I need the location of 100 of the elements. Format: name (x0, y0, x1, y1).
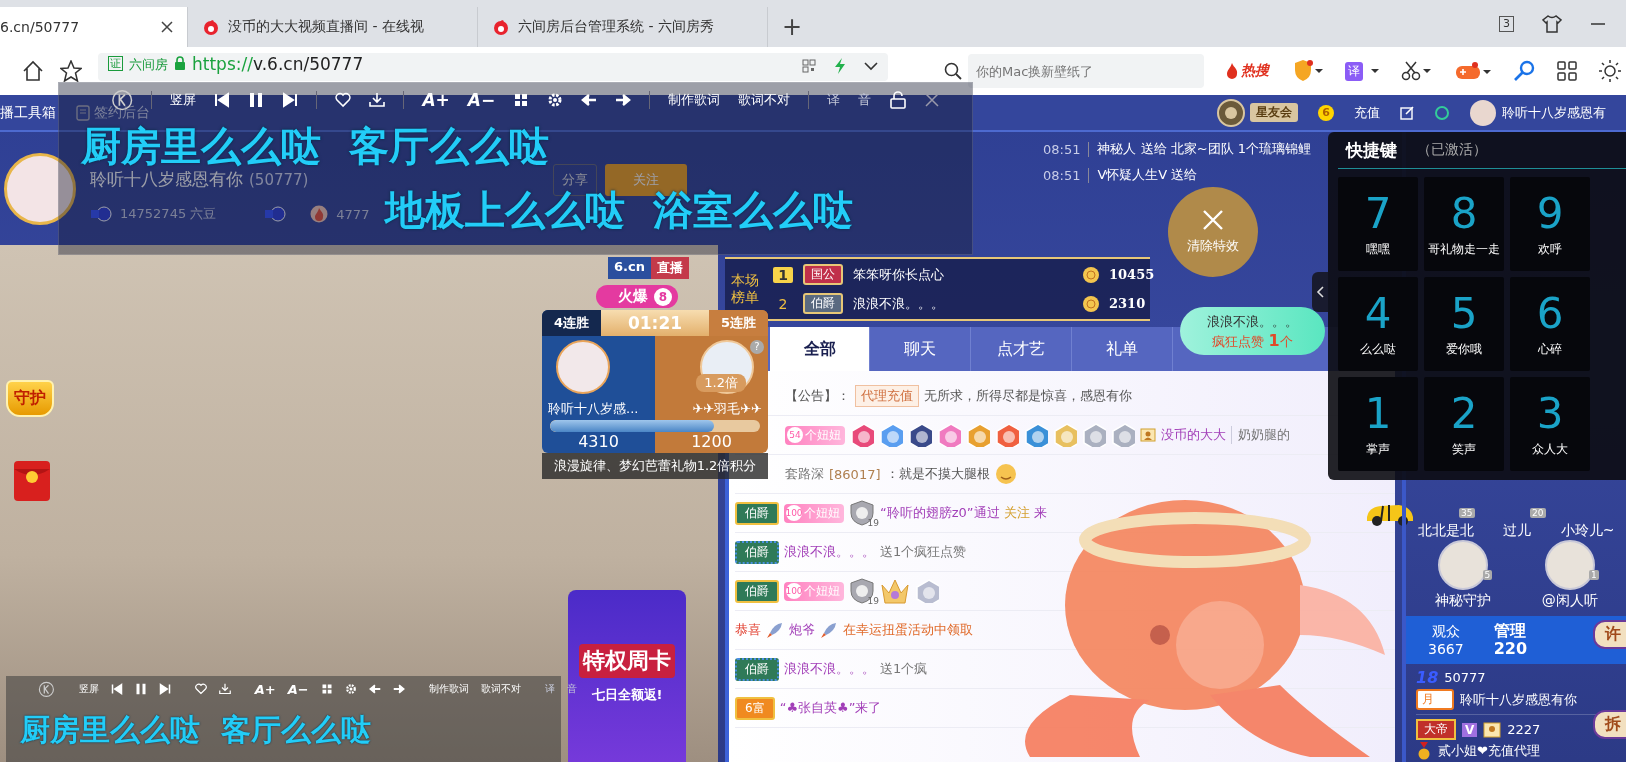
shortcut-key[interactable]: 1 掌声 (1338, 377, 1418, 471)
sound-button[interactable]: 音 (858, 91, 872, 109)
browser-tab[interactable]: 6.cn/50777 (0, 7, 188, 47)
club-badge[interactable]: 星友会 (1250, 103, 1298, 122)
font-larger-button[interactable]: A+ (422, 90, 450, 110)
lightning-icon[interactable] (834, 58, 846, 74)
stats-tab[interactable]: 管理 220 (1493, 622, 1528, 658)
chevron-down-icon[interactable] (864, 61, 878, 71)
user-name[interactable]: 浪浪不浪。。。 (784, 660, 875, 678)
arrow-right-icon[interactable] (392, 683, 405, 695)
rotate-button[interactable]: 竖屏 (78, 682, 99, 696)
shortcut-key[interactable]: 4 么么哒 (1338, 277, 1418, 371)
font-larger-button[interactable]: A+ (254, 681, 276, 697)
settings-icon[interactable] (344, 683, 357, 695)
live-badge: 直播 (650, 257, 689, 279)
collapse-tab[interactable] (1312, 272, 1328, 312)
user-name[interactable]: 贰小姐❤充值代理 (1438, 742, 1540, 760)
stats-tab[interactable]: 观众 3667 (1428, 622, 1464, 658)
shortcut-key[interactable]: 9 欢呼 (1510, 177, 1590, 271)
user-name[interactable]: 没币的大大 (1161, 426, 1226, 444)
shield-icon[interactable] (1293, 60, 1323, 82)
heart-icon[interactable] (194, 683, 207, 695)
translate-button[interactable]: 译 (1345, 61, 1363, 81)
pause-icon[interactable] (248, 92, 265, 108)
guard-name[interactable]: 小玲儿~ (1560, 522, 1615, 540)
heart-icon[interactable] (335, 92, 352, 108)
level-icon (264, 206, 287, 222)
shirt-icon[interactable] (1542, 14, 1562, 33)
rank-badge: 大帝 (1416, 719, 1456, 740)
chat-tab[interactable]: 全部 (770, 327, 870, 371)
wrong-lyrics-button[interactable]: 歌词不对 (480, 682, 521, 696)
font-smaller-button[interactable]: A− (287, 681, 309, 697)
user-name[interactable]: 套路深 (785, 465, 824, 483)
grid-icon[interactable] (513, 92, 530, 108)
font-smaller-button[interactable]: A− (467, 90, 496, 110)
arrow-right-icon[interactable] (615, 92, 632, 108)
guard-level: 1 (1589, 570, 1599, 580)
user-name[interactable]: 聆听十八岁感恩有 (1502, 103, 1606, 122)
search-field[interactable]: 你的Mac换新壁纸了 (968, 54, 1204, 88)
tab-count[interactable]: 3 (1499, 15, 1514, 32)
arrow-left-icon[interactable] (581, 92, 598, 108)
avatar[interactable] (556, 340, 610, 394)
translate-button[interactable]: 译 (827, 91, 841, 109)
close-icon[interactable] (925, 93, 940, 107)
arrow-left-icon[interactable] (368, 683, 381, 695)
user-name[interactable]: 浪浪不浪。。。 (784, 543, 875, 561)
guard-name[interactable]: 北北是北 (1417, 522, 1474, 540)
rotate-button[interactable]: 竖屏 (170, 91, 197, 109)
side-button[interactable]: 拆 (1593, 710, 1626, 739)
medal-icon (1053, 423, 1077, 447)
next-icon[interactable] (158, 683, 171, 695)
new-tab-button[interactable]: + (768, 13, 817, 47)
shortcut-key[interactable]: 5 爱你哦 (1424, 277, 1504, 371)
side-button[interactable]: 许 (1593, 620, 1626, 649)
download-icon[interactable] (369, 92, 386, 108)
k-logo-icon[interactable] (38, 680, 55, 698)
shortcut-key[interactable]: 3 众人大 (1510, 377, 1590, 471)
hot-search-link[interactable]: 热搜 (1241, 62, 1269, 80)
guard-name[interactable]: @闲人听 (1541, 592, 1598, 610)
key-icon[interactable] (1513, 60, 1535, 82)
room-number: (50777) (249, 171, 309, 189)
previous-icon[interactable] (110, 683, 123, 695)
download-icon[interactable] (218, 683, 231, 695)
settings-icon[interactable] (547, 92, 564, 108)
wrong-lyrics-button[interactable]: 歌词不对 (738, 91, 791, 109)
user-name[interactable]: 奶奶腿的 (1231, 426, 1290, 444)
guard-avatar[interactable] (1438, 540, 1489, 590)
shortcut-key[interactable]: 8 哥礼物走一走 (1424, 177, 1504, 271)
translate-button[interactable]: 译 (544, 682, 555, 696)
grid-icon[interactable] (1557, 61, 1577, 81)
make-lyrics-button[interactable]: 制作歌词 (668, 91, 721, 109)
pause-icon[interactable] (134, 683, 147, 695)
make-lyrics-button[interactable]: 制作歌词 (428, 682, 469, 696)
address-bar[interactable]: 证 六间房 https://v.6.cn/50777 (98, 53, 888, 81)
qr-code-icon[interactable] (802, 59, 816, 73)
shortcut-key[interactable]: 7 嘿嘿 (1338, 177, 1418, 271)
shortcut-key[interactable]: 2 笑声 (1424, 377, 1504, 471)
next-icon[interactable] (282, 92, 299, 108)
cert-badge: 证 (108, 56, 123, 71)
edit-icon[interactable] (1400, 105, 1414, 120)
previous-icon[interactable] (214, 92, 231, 108)
shortcut-key[interactable]: 6 心碎 (1510, 277, 1590, 371)
gamepad-icon[interactable] (1455, 61, 1491, 81)
ring-icon[interactable] (1434, 104, 1450, 121)
user-name[interactable]: 炮爷 (789, 621, 815, 639)
grid-icon[interactable] (320, 683, 333, 695)
sun-icon[interactable] (1599, 60, 1621, 82)
user-avatar[interactable] (1470, 99, 1496, 126)
key-label: 欢呼 (1538, 240, 1562, 258)
home-icon[interactable] (22, 60, 44, 82)
guard-name[interactable]: 过儿 (1502, 522, 1531, 540)
user-name[interactable]: 聆听十八岁感恩有你 (1460, 690, 1577, 709)
scissors-icon[interactable] (1401, 61, 1433, 81)
toolbox-link[interactable]: 播工具箱 (0, 103, 56, 122)
guard-name[interactable]: 神秘守护 (1435, 592, 1492, 610)
close-icon[interactable] (161, 21, 173, 33)
star-icon[interactable] (60, 60, 82, 82)
lock-icon[interactable] (889, 91, 908, 109)
key-number: 6 (1536, 290, 1564, 337)
recharge-link[interactable]: 充值 (1354, 103, 1380, 122)
